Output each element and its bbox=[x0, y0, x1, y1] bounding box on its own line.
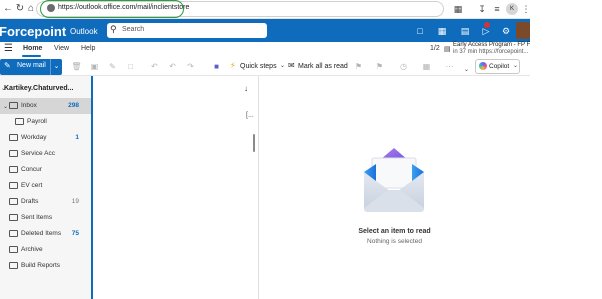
compose-icon: ✎ bbox=[4, 61, 11, 70]
page-margin bbox=[530, 0, 602, 299]
snooze-icon[interactable]: ◷ bbox=[398, 61, 409, 72]
folder-label: Concur bbox=[21, 166, 42, 173]
brand-logo: Forcepoint bbox=[0, 24, 67, 39]
folder-label: Sent Items bbox=[21, 214, 53, 221]
folder-deleted-items[interactable]: Deleted Items 75 bbox=[0, 226, 91, 242]
settings-icon[interactable]: ⚙ bbox=[500, 25, 512, 37]
inbox-collapse-chevron-icon[interactable]: ⌄ bbox=[3, 103, 8, 110]
folder-sent-items[interactable]: Sent Items bbox=[0, 210, 91, 226]
folder-icon bbox=[9, 150, 18, 157]
folder-label: Inbox bbox=[21, 102, 37, 109]
delete-icon[interactable]: 🗑 bbox=[71, 61, 82, 72]
quick-steps-chevron-icon[interactable]: ⌄ bbox=[280, 62, 285, 69]
flag-icon[interactable]: ⚑ bbox=[374, 61, 385, 72]
folder-label: Build Reports bbox=[21, 262, 61, 269]
more-actions-icon[interactable]: ⋯ bbox=[444, 61, 455, 72]
mark-all-read-button[interactable]: Mark all as read bbox=[298, 63, 348, 70]
ribbon-collapse-chevron-icon[interactable]: ⌄ bbox=[464, 66, 469, 73]
archive-icon[interactable]: ▣ bbox=[89, 61, 100, 72]
folder-workday[interactable]: Workday 1 bbox=[0, 130, 91, 146]
folder-icon bbox=[15, 118, 24, 125]
inbox-icon bbox=[9, 102, 18, 109]
folder-icon bbox=[9, 166, 18, 173]
folder-label: Service Acc bbox=[21, 150, 55, 157]
my-day-icon[interactable]: ▤ bbox=[459, 25, 471, 37]
trash-icon bbox=[9, 230, 18, 237]
browser-profile-icon[interactable]: K bbox=[506, 3, 518, 15]
reminder-title[interactable]: Early Access Program - FP F... bbox=[453, 42, 535, 48]
new-mail-label: New mail bbox=[17, 62, 46, 69]
teams-icon[interactable]: ▦ bbox=[436, 25, 448, 37]
folder-label: Deleted Items bbox=[21, 230, 62, 237]
tag-icon[interactable]: ⚑ bbox=[353, 61, 364, 72]
lightning-icon: ⚡ bbox=[230, 61, 236, 70]
teams-share-icon[interactable]: ■ bbox=[211, 61, 222, 72]
tab-home[interactable]: Home bbox=[23, 45, 42, 52]
folder-drafts[interactable]: Drafts 19 bbox=[0, 194, 91, 210]
folder-count: 298 bbox=[68, 102, 79, 109]
folder-service-acc[interactable]: Service Acc bbox=[0, 146, 91, 162]
folder-label: EV cert bbox=[21, 182, 43, 189]
back-arrow-icon[interactable]: ← bbox=[2, 3, 14, 15]
folder-icon bbox=[9, 134, 18, 141]
drafts-icon bbox=[9, 198, 18, 205]
sweep-icon[interactable]: ✎ bbox=[107, 61, 118, 72]
reply-all-icon[interactable]: ↶ bbox=[167, 61, 178, 72]
new-mail-dropdown-chevron-icon[interactable]: ⌄ bbox=[50, 59, 62, 75]
meet-now-icon[interactable]: □ bbox=[414, 25, 426, 37]
folder-icon bbox=[9, 182, 18, 189]
message-list[interactable] bbox=[91, 76, 259, 299]
folder-concur[interactable]: Concur bbox=[0, 162, 91, 178]
search-icon: ⚲ bbox=[110, 24, 117, 34]
hamburger-menu-icon[interactable]: ☰ bbox=[4, 43, 13, 54]
empty-envelope-illustration bbox=[364, 148, 424, 212]
folder-archive[interactable]: Archive bbox=[0, 242, 91, 258]
reminder-subtitle: in 37 min https://forcepoint... bbox=[453, 49, 529, 55]
tab-search-icon[interactable]: ≡ bbox=[491, 3, 503, 15]
folder-count: 75 bbox=[71, 230, 79, 237]
account-name[interactable]: Kartikey.Chaturved... bbox=[4, 85, 74, 92]
search-placeholder: Search bbox=[122, 26, 145, 33]
folder-icon bbox=[9, 262, 18, 269]
folder-ev-cert[interactable]: EV cert bbox=[0, 178, 91, 194]
folder-label: Archive bbox=[21, 246, 43, 253]
sort-arrow-icon[interactable]: ↓ bbox=[244, 84, 248, 93]
reply-icon[interactable]: ↶ bbox=[149, 61, 160, 72]
envelope-open-icon: ✉ bbox=[288, 61, 295, 70]
empty-state-title: Select an item to read bbox=[358, 228, 431, 235]
folder-label: Drafts bbox=[21, 198, 39, 205]
avatar[interactable] bbox=[516, 22, 530, 39]
tab-help[interactable]: Help bbox=[81, 45, 95, 52]
tab-home-indicator bbox=[22, 55, 41, 57]
move-to-icon[interactable]: □ bbox=[125, 61, 136, 72]
folder-build-reports[interactable]: Build Reports bbox=[0, 258, 91, 274]
copilot-label: Copilot bbox=[489, 63, 510, 70]
folder-count: 19 bbox=[71, 198, 79, 205]
folder-label: Payroll bbox=[27, 118, 47, 125]
pager[interactable]: 1/2 bbox=[430, 45, 440, 52]
tab-view[interactable]: View bbox=[54, 45, 69, 52]
folder-label: Workday bbox=[21, 134, 47, 141]
empty-state-subtitle: Nothing is selected bbox=[367, 238, 422, 245]
copilot-chevron-icon[interactable]: ⌄ bbox=[513, 62, 518, 69]
grid-view-icon[interactable]: ▦ bbox=[421, 61, 432, 72]
url-highlight-annotation bbox=[40, 0, 184, 18]
folder-count: 1 bbox=[75, 134, 79, 141]
folder-payroll[interactable]: Payroll bbox=[6, 114, 91, 130]
notification-badge bbox=[484, 22, 490, 28]
copilot-icon bbox=[479, 62, 487, 70]
list-partial-marker: [... bbox=[246, 112, 254, 119]
sent-icon bbox=[9, 214, 18, 221]
forward-icon[interactable]: ↷ bbox=[185, 61, 196, 72]
app-name: Outlook bbox=[70, 27, 98, 36]
quick-steps-button[interactable]: Quick steps bbox=[240, 63, 277, 70]
folder-inbox[interactable]: Inbox 298 bbox=[0, 98, 91, 114]
download-icon[interactable]: ↧ bbox=[476, 3, 488, 15]
extensions-icon[interactable]: ▦ bbox=[452, 3, 464, 15]
archive-icon bbox=[9, 246, 18, 253]
message-list-scrollbar[interactable] bbox=[253, 134, 255, 152]
calendar-icon[interactable]: ▤ bbox=[444, 45, 451, 53]
